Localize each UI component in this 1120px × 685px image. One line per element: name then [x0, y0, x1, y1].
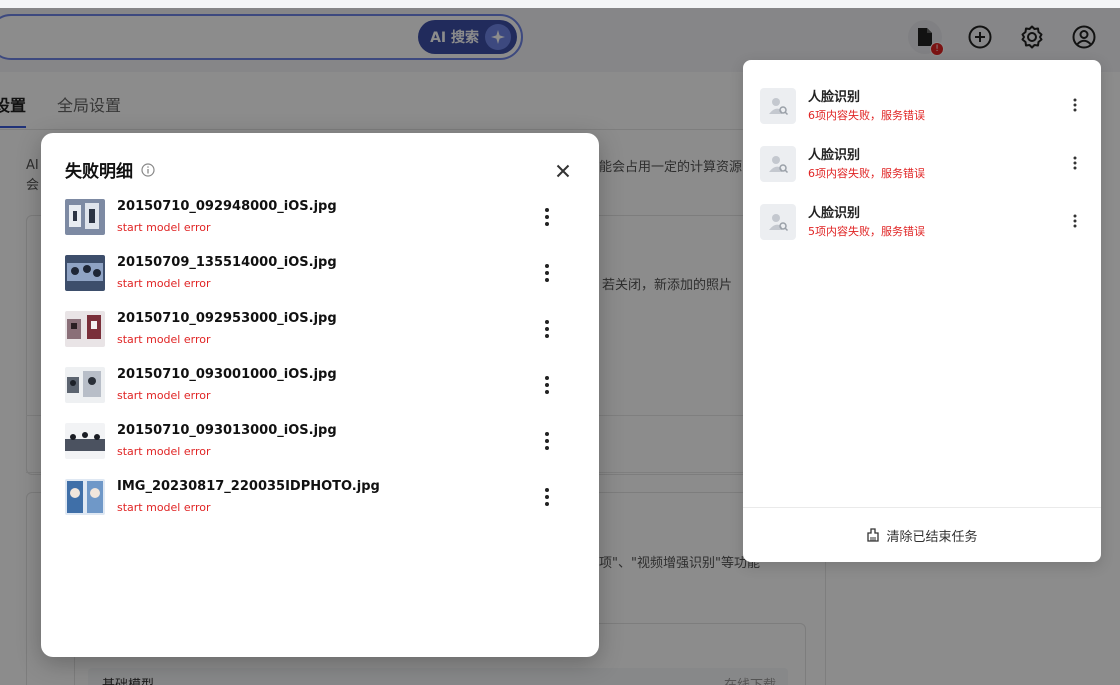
failed-file-row[interactable]: 20150710_093001000_iOS.jpg start model e… [65, 367, 581, 415]
task-item[interactable]: 人脸识别 6项内容失败，服务错误 [743, 141, 1101, 195]
more-vertical-icon[interactable] [1065, 211, 1085, 231]
file-thumbnail [65, 479, 105, 515]
file-error: start model error [117, 445, 211, 458]
file-name: IMG_20230817_220035IDPHOTO.jpg [117, 479, 380, 494]
file-name: 20150710_093013000_iOS.jpg [117, 423, 337, 438]
file-error: start model error [117, 389, 211, 402]
file-name: 20150709_135514000_iOS.jpg [117, 255, 337, 270]
info-icon[interactable] [141, 162, 155, 177]
file-name: 20150710_093001000_iOS.jpg [117, 367, 337, 382]
task-status: 5项内容失败，服务错误 [808, 225, 925, 238]
face-scan-icon [760, 204, 796, 240]
file-error: start model error [117, 277, 211, 290]
more-vertical-icon[interactable] [537, 261, 557, 285]
file-thumbnail [65, 311, 105, 347]
more-vertical-icon[interactable] [537, 317, 557, 341]
more-vertical-icon[interactable] [537, 373, 557, 397]
more-vertical-icon[interactable] [537, 205, 557, 229]
modal-title: 失败明细 [65, 157, 155, 182]
broom-icon [867, 528, 880, 542]
more-vertical-icon[interactable] [1065, 95, 1085, 115]
failed-file-row[interactable]: IMG_20230817_220035IDPHOTO.jpg start mod… [65, 479, 581, 527]
failed-file-row[interactable]: 20150710_092948000_iOS.jpg start model e… [65, 199, 581, 247]
file-thumbnail [65, 367, 105, 403]
close-icon [556, 164, 570, 178]
task-status: 6项内容失败，服务错误 [808, 167, 925, 180]
clear-finished-tasks-label: 清除已结束任务 [886, 529, 978, 545]
face-scan-icon [760, 88, 796, 124]
more-vertical-icon[interactable] [1065, 153, 1085, 173]
clear-finished-tasks-button[interactable]: 清除已结束任务 [743, 507, 1101, 562]
more-vertical-icon[interactable] [537, 429, 557, 453]
file-thumbnail [65, 423, 105, 459]
task-title: 人脸识别 [808, 148, 861, 163]
task-title: 人脸识别 [808, 206, 861, 221]
file-name: 20150710_092948000_iOS.jpg [117, 199, 337, 214]
task-title: 人脸识别 [808, 90, 861, 105]
failed-file-row[interactable]: 20150709_135514000_iOS.jpg start model e… [65, 255, 581, 303]
task-panel: 人脸识别 6项内容失败，服务错误 人脸识别 6项内容失败，服务错误 人脸识别 5… [743, 60, 1101, 562]
file-error: start model error [117, 333, 211, 346]
more-vertical-icon[interactable] [537, 485, 557, 509]
failed-file-row[interactable]: 20150710_093013000_iOS.jpg start model e… [65, 423, 581, 471]
file-error: start model error [117, 501, 211, 514]
failure-details-modal: 失败明细 20150710_092948000_iOS.jpg start mo… [41, 133, 599, 657]
modal-title-text: 失败明细 [65, 162, 133, 182]
file-thumbnail [65, 255, 105, 291]
failed-file-row[interactable]: 20150710_092953000_iOS.jpg start model e… [65, 311, 581, 359]
task-status: 6项内容失败，服务错误 [808, 109, 925, 122]
task-item[interactable]: 人脸识别 6项内容失败，服务错误 [743, 83, 1101, 137]
file-error: start model error [117, 221, 211, 234]
close-button[interactable] [551, 159, 575, 183]
task-item[interactable]: 人脸识别 5项内容失败，服务错误 [743, 199, 1101, 253]
face-scan-icon [760, 146, 796, 182]
file-name: 20150710_092953000_iOS.jpg [117, 311, 337, 326]
file-thumbnail [65, 199, 105, 235]
